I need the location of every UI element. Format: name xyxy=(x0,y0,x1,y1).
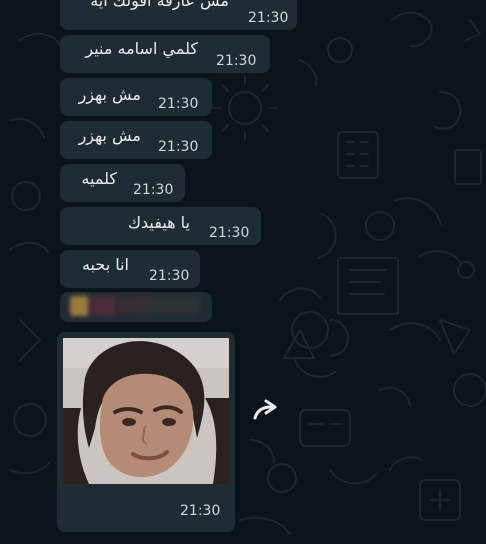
message-bubble[interactable]: كلميه 21:30 xyxy=(60,164,185,202)
message-bubble[interactable]: مش بهزر 21:30 xyxy=(60,121,212,159)
redacted-message-bubble[interactable] xyxy=(60,292,212,322)
message-time: 21:30 xyxy=(149,268,190,284)
message-time: 21:30 xyxy=(209,225,250,241)
message-time: 21:30 xyxy=(158,96,199,112)
photo-portrait-image xyxy=(63,338,229,484)
photo-message-time: 21:30 xyxy=(180,503,221,519)
message-text: مش بهزر xyxy=(78,85,141,104)
message-text: مش بهزر xyxy=(78,126,141,145)
message-bubble[interactable]: مش عارفة أقولك أيه 21:30 xyxy=(60,0,297,30)
forward-icon[interactable] xyxy=(247,394,281,428)
message-bubble[interactable]: مش بهزر 21:30 xyxy=(60,78,212,116)
message-bubble[interactable]: كلمي اسامه منير 21:30 xyxy=(60,35,270,73)
message-bubble[interactable]: انا بحبه 21:30 xyxy=(60,250,200,288)
message-text: كلميه xyxy=(81,169,117,188)
message-text: انا بحبه xyxy=(81,255,129,274)
message-time: 21:30 xyxy=(216,53,257,69)
redacted-emoji-strip xyxy=(70,296,200,316)
message-time: 21:30 xyxy=(158,139,199,155)
message-time: 21:30 xyxy=(248,10,289,26)
message-text: يا هيفيدك xyxy=(127,213,190,232)
message-time: 21:30 xyxy=(133,182,174,198)
chat-area: مش عارفة أقولك أيه 21:30 كلمي اسامه منير… xyxy=(0,0,486,544)
message-bubble[interactable]: يا هيفيدك 21:30 xyxy=(60,207,261,245)
message-text: كلمي اسامه منير xyxy=(85,39,198,58)
shared-photo[interactable] xyxy=(63,338,229,484)
message-text: مش عارفة أقولك أيه xyxy=(90,0,229,10)
